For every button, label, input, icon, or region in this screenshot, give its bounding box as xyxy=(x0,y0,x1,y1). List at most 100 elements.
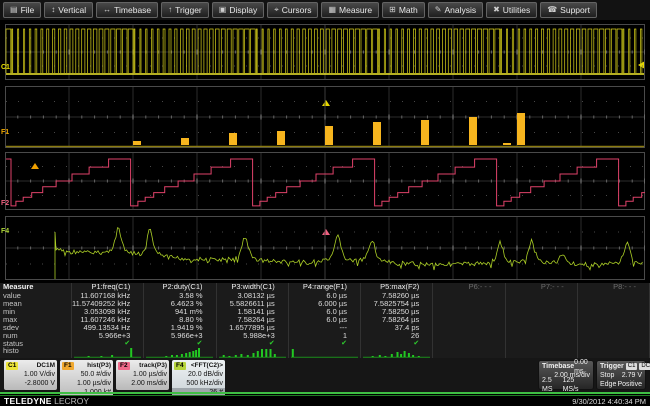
measure-row-label-histo: histo xyxy=(0,347,72,358)
measure-cell-p4-max: 6.0 µs xyxy=(289,316,361,324)
descriptor-line: 1.00 µs/div xyxy=(60,379,113,388)
utilities-icon: ✖ xyxy=(493,6,500,14)
menu-math[interactable]: ⊞Math xyxy=(382,2,425,18)
measure-cell-p6-value xyxy=(433,292,505,300)
measure-cell-p1-value: 11.607168 kHz xyxy=(72,292,144,300)
measure-cell-p3-mean: 5.5826611 µs xyxy=(217,300,289,308)
trigger-type: Edge xyxy=(600,380,616,389)
measure-cell-p3-max: 7.58264 µs xyxy=(217,316,289,324)
measure-col-header-p7[interactable]: P7:- - - xyxy=(506,283,578,292)
menu-label: Utilities xyxy=(503,5,530,15)
panel-f2[interactable] xyxy=(5,152,645,210)
menu-support[interactable]: ☎Support xyxy=(540,2,597,18)
menu-label: Measure xyxy=(339,5,372,15)
menu-label: Vertical xyxy=(58,5,86,15)
panel-f4[interactable] xyxy=(5,216,645,280)
measure-cell-p4-num: 1 xyxy=(289,332,361,340)
menu-utilities[interactable]: ✖Utilities xyxy=(486,2,537,18)
measure-cell-p4-sdev: --- xyxy=(289,324,361,332)
channel-badge-f1: F1 xyxy=(62,362,74,370)
menu-label: Trigger xyxy=(175,5,202,15)
measure-cell-p6-mean xyxy=(433,300,505,308)
file-icon: ▤ xyxy=(10,6,18,14)
descriptor-line: -2.8000 V xyxy=(4,379,57,388)
timebase-label: Timebase xyxy=(542,362,574,371)
vertical-icon: ↕ xyxy=(51,6,55,14)
measure-cell-p3-sdev: 1.6577895 µs xyxy=(217,324,289,332)
descriptor-title: <FFT(C2)> xyxy=(191,362,223,369)
timebase-box[interactable]: Timebase 0.00 ms 2.00 ms/div 2.5 MS 125 … xyxy=(538,360,594,390)
measure-row-label-value: value xyxy=(0,292,72,300)
measure-cell-p2-value: 3.58 % xyxy=(144,292,216,300)
measure-col-header-p1[interactable]: P1:freq(C1) xyxy=(72,283,144,292)
measure-col-header-p6[interactable]: P6:- - - xyxy=(433,283,505,292)
descriptor-line: 20.0 dB/div xyxy=(172,370,225,379)
measure-cell-p4-min: 6.0 µs xyxy=(289,308,361,316)
descriptor-c1[interactable]: C1DC1M1.00 V/div-2.8000 V xyxy=(4,360,57,390)
cursors-icon: ⌖ xyxy=(274,6,279,14)
measure-table: MeasureP1:freq(C1)P2:duty(C1)P3:width(C1… xyxy=(0,283,650,358)
descriptor-f2[interactable]: F2track(P3)1.00 µs/div2.00 ms/div xyxy=(116,360,169,390)
measure-cell-p3-value: 3.08132 µs xyxy=(217,292,289,300)
measure-cell-p5-sdev: 37.4 ps xyxy=(361,324,433,332)
measure-cell-p4-mean: 6.000 µs xyxy=(289,300,361,308)
measure-col-header-p8[interactable]: P8:- - - xyxy=(578,283,650,292)
measure-cell-p5-value: 7.58260 µs xyxy=(361,292,433,300)
menu-measure[interactable]: ▦Measure xyxy=(321,2,379,18)
measure-cell-p8-mean xyxy=(578,300,650,308)
trigger-box[interactable]: Trigger C1 DC Stop 2.79 V Edge Positive xyxy=(596,360,646,390)
measure-cell-p6-min xyxy=(433,308,505,316)
oscilloscope-screen: ▤File↕Vertical↔Timebase↑Trigger▣Display⌖… xyxy=(0,0,650,406)
descriptor-line: 2.00 ms/div xyxy=(116,379,169,388)
measure-col-header-p5[interactable]: P5:max(F2) xyxy=(361,283,433,292)
panel-c1[interactable] xyxy=(5,24,645,80)
measure-icon: ▦ xyxy=(328,6,336,14)
measure-col-header-p3[interactable]: P3:width(C1) xyxy=(217,283,289,292)
trigger-icon: ↑ xyxy=(168,6,172,14)
timebase-rate: 125 MS/s xyxy=(563,376,590,394)
menu-label: File xyxy=(21,5,35,15)
menu-label: Timebase xyxy=(114,5,151,15)
channel-label-f4[interactable]: F4 xyxy=(1,228,9,236)
measure-col-header-p4[interactable]: P4:range(F1) xyxy=(289,283,361,292)
menu-vertical[interactable]: ↕Vertical xyxy=(44,2,93,18)
menu-file[interactable]: ▤File xyxy=(3,2,41,18)
histo-cell-p3 xyxy=(217,347,289,358)
measure-title: Measure xyxy=(0,283,72,292)
menu-cursors[interactable]: ⌖Cursors xyxy=(267,2,318,18)
menu-label: Cursors xyxy=(282,5,312,15)
panel-f1[interactable] xyxy=(5,86,645,148)
measure-col-header-p2[interactable]: P2:duty(C1) xyxy=(144,283,216,292)
measure-cell-p7-min xyxy=(506,308,578,316)
status-check-p1: ✔ xyxy=(72,340,144,347)
measure-cell-p7-sdev xyxy=(506,324,578,332)
channel-label-c1[interactable]: C1 xyxy=(1,64,10,72)
trigger-source-badge: C1 xyxy=(626,363,638,370)
menu-label: Analysis xyxy=(444,5,476,15)
measure-cell-p8-value xyxy=(578,292,650,300)
measure-cell-p7-max xyxy=(506,316,578,324)
menu-analysis[interactable]: ✎Analysis xyxy=(428,2,483,18)
descriptor-header: C1DC1M xyxy=(4,360,57,370)
menu-timebase[interactable]: ↔Timebase xyxy=(96,2,158,18)
measure-cell-p7-value xyxy=(506,292,578,300)
timebase-samples: 2.5 MS xyxy=(542,376,563,394)
measure-cell-p8-max xyxy=(578,316,650,324)
descriptor-bar: Timebase 0.00 ms 2.00 ms/div 2.5 MS 125 … xyxy=(0,358,650,392)
measure-cell-p7-num xyxy=(506,332,578,340)
brand-logo: TELEDYNE LECROY xyxy=(4,396,89,406)
measure-cell-p7-mean xyxy=(506,300,578,308)
menu-trigger[interactable]: ↑Trigger xyxy=(161,2,209,18)
measure-cell-p5-mean: 7.5825754 µs xyxy=(361,300,433,308)
channel-label-f2[interactable]: F2 xyxy=(1,200,9,208)
descriptor-title: hist(P3) xyxy=(87,362,111,369)
measure-cell-p1-sdev: 499.13534 Hz xyxy=(72,324,144,332)
timebase-icon: ↔ xyxy=(103,6,111,14)
histo-cell-p5 xyxy=(361,347,433,358)
measure-cell-p5-num: 26 xyxy=(361,332,433,340)
status-check-p5: ✔ xyxy=(361,340,433,347)
channel-label-f1[interactable]: F1 xyxy=(1,129,9,137)
menu-display[interactable]: ▣Display xyxy=(212,2,264,18)
status-check-p4: ✔ xyxy=(289,340,361,347)
measure-row-label-max: max xyxy=(0,316,72,324)
